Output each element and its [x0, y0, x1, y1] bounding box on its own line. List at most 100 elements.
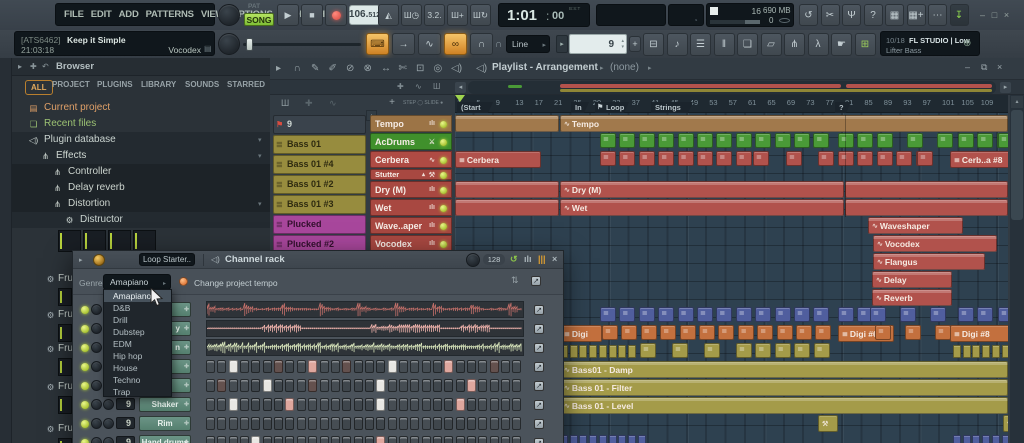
chevron-down-icon[interactable]: ▾: [258, 136, 262, 144]
playback-tool-icon[interactable]: ◁): [451, 63, 462, 74]
channel-button[interactable]: Shaker✚: [139, 397, 191, 412]
step-cell[interactable]: [376, 417, 385, 430]
step-cell[interactable]: [433, 436, 442, 443]
channel-led[interactable]: [81, 363, 89, 371]
track-header-drym[interactable]: Dry (M)ılı: [370, 181, 452, 198]
step-cell[interactable]: [297, 436, 306, 443]
step-cell[interactable]: [501, 417, 510, 430]
step-cell[interactable]: [422, 417, 431, 430]
browser-tab-plugins[interactable]: PLUGINS: [97, 80, 133, 89]
pattern-cell[interactable]: [736, 133, 752, 148]
browser-toggle-icon[interactable]: ❏: [737, 33, 758, 56]
pattern-cell[interactable]: [738, 325, 754, 340]
plugin-thumbnail[interactable]: [58, 230, 81, 252]
step-cell[interactable]: [240, 360, 249, 373]
automation-clip[interactable]: [455, 115, 559, 132]
group-filter-button[interactable]: Loop Starter..: [139, 253, 195, 266]
pattern-cell[interactable]: [639, 133, 655, 148]
pattern-cell[interactable]: [640, 343, 656, 358]
track-header-acdrums[interactable]: AcDrums⚔: [370, 133, 452, 150]
step-cell[interactable]: [331, 417, 340, 430]
pattern-cell[interactable]: [672, 343, 688, 358]
plugin-thumbnail[interactable]: [58, 438, 72, 443]
pattern-clip-digi[interactable]: ≣Digi: [560, 325, 602, 342]
step-cell[interactable]: [512, 398, 521, 411]
pattern-cell[interactable]: [877, 133, 893, 148]
step-cell[interactable]: [308, 398, 317, 411]
step-edit-icon[interactable]: →: [392, 33, 415, 55]
pencil-tool-icon[interactable]: ✎: [311, 63, 319, 74]
step-cell[interactable]: [354, 379, 363, 392]
push-to-piano-icon[interactable]: ⇅: [511, 275, 519, 286]
pattern-cell-small[interactable]: [599, 345, 607, 358]
main-pitch-knob[interactable]: [218, 33, 240, 55]
menu-item-edit[interactable]: EDIT: [91, 9, 112, 20]
step-cell[interactable]: [512, 417, 521, 430]
step-cell[interactable]: [467, 360, 476, 373]
step-cell[interactable]: [433, 360, 442, 373]
step-cell[interactable]: [399, 417, 408, 430]
pattern-cell-small[interactable]: [972, 435, 980, 443]
pattern-cell-small[interactable]: [579, 345, 587, 358]
pattern-cell[interactable]: [678, 133, 694, 148]
main-volume-knob[interactable]: [218, 4, 240, 26]
playlist-minimize-icon[interactable]: –: [965, 62, 970, 72]
pattern-cell[interactable]: [958, 307, 974, 322]
step-cell[interactable]: [354, 436, 363, 443]
pattern-item[interactable]: ≣Bass 01: [273, 135, 366, 154]
target-selector[interactable]: ↗: [534, 324, 544, 334]
automation-clip[interactable]: [455, 181, 559, 198]
pattern-cell[interactable]: [755, 307, 771, 322]
step-cell[interactable]: [422, 360, 431, 373]
pattern-cell-small[interactable]: [618, 345, 626, 358]
pattern-cell-small[interactable]: [609, 345, 617, 358]
step-cell[interactable]: [478, 398, 487, 411]
step-cell[interactable]: [512, 436, 521, 443]
step-cell[interactable]: [297, 379, 306, 392]
rack-undo-icon[interactable]: ↺: [510, 254, 518, 265]
pan-knob[interactable]: [91, 399, 102, 410]
pattern-cell-small[interactable]: [638, 435, 646, 443]
chat-icon[interactable]: ⋯: [928, 4, 947, 26]
loop-record-icon[interactable]: Ш↻: [470, 4, 491, 26]
delete-tool-icon[interactable]: ⊘: [346, 63, 354, 74]
tree-row-plugin-database[interactable]: ◁)Plugin database▾: [12, 132, 270, 148]
pattern-cell-small[interactable]: [599, 435, 607, 443]
genre-option-house[interactable]: House: [104, 362, 171, 374]
chevron-down-icon[interactable]: ▾: [258, 152, 262, 160]
snap-magnet-icon[interactable]: ∩: [492, 36, 505, 52]
channel-numbox[interactable]: 9: [116, 417, 135, 429]
pattern-cell[interactable]: [775, 307, 791, 322]
rack-steps-icon[interactable]: |||: [538, 254, 546, 264]
automation-clip-wet[interactable]: ∿Wet: [560, 199, 844, 216]
typing-keyboard-icon[interactable]: ⌨: [366, 33, 389, 55]
pattern-clip-cerbera[interactable]: ≣Cerbera: [455, 151, 541, 168]
pattern-cell[interactable]: [877, 151, 893, 166]
genre-option-hiphop[interactable]: Hip hop: [104, 350, 171, 362]
pattern-cell-small[interactable]: [953, 435, 961, 443]
news-panel[interactable]: 10/18FL STUDIO | LowLifter Bass⊕: [880, 31, 980, 56]
step-cell[interactable]: [433, 379, 442, 392]
step-cell[interactable]: [229, 398, 238, 411]
playlist-close-icon[interactable]: ×: [997, 62, 1002, 72]
menu-arrow-icon[interactable]: ▸: [276, 63, 281, 74]
spinner-icons[interactable]: ▴ ▾: [621, 38, 624, 50]
pattern-cell[interactable]: [621, 325, 637, 340]
track-led[interactable]: [440, 157, 447, 164]
plugin-thumbnail[interactable]: [58, 324, 72, 342]
step-cell[interactable]: [512, 379, 521, 392]
automation-clip-bass01damp[interactable]: ∿Bass01 - Damp: [560, 361, 1008, 378]
shop-cart-icon[interactable]: ⊞: [855, 33, 876, 56]
step-cell[interactable]: [410, 360, 419, 373]
step-cell[interactable]: [478, 436, 487, 443]
pattern-cell[interactable]: [639, 151, 655, 166]
utility-clip[interactable]: ⚒: [1003, 415, 1008, 432]
genre-option-trap[interactable]: Trap: [104, 386, 171, 398]
pan-knob[interactable]: [91, 323, 102, 334]
tempo-option-radio[interactable]: [179, 277, 188, 286]
link-icon[interactable]: ∞: [444, 33, 467, 55]
track-led[interactable]: [440, 121, 447, 128]
step-cell[interactable]: [456, 398, 465, 411]
step-cell[interactable]: [274, 379, 283, 392]
step-cell[interactable]: [467, 436, 476, 443]
